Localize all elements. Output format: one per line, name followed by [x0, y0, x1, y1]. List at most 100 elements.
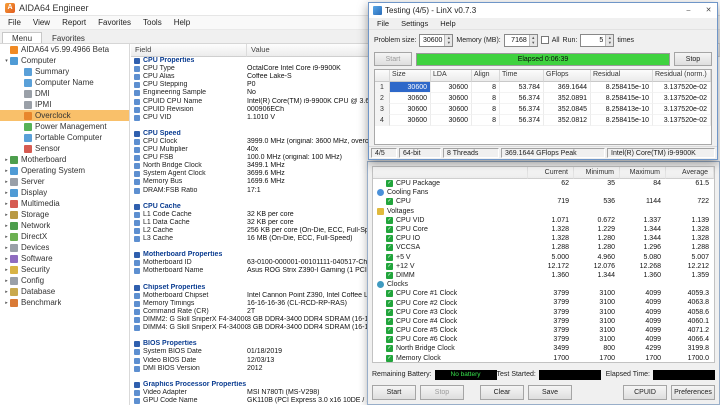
sensor-checkbox-icon[interactable] — [386, 262, 393, 270]
menubar-item[interactable]: View — [27, 16, 56, 29]
expand-arrow-icon[interactable]: ▸ — [3, 157, 10, 163]
sensor-row[interactable]: Voltages — [373, 207, 714, 216]
sensor-row[interactable]: +12 V 12.172 12.076 12.268 12.212 — [373, 262, 714, 271]
tree-item[interactable]: ▸ Software — [0, 253, 129, 264]
result-row[interactable]: 4 30600 30600 8 56.374 352.0812 8.258415… — [375, 115, 711, 126]
memory-value[interactable]: 7168 — [505, 35, 529, 46]
expand-arrow-icon[interactable]: ▸ — [3, 245, 10, 251]
tree-item[interactable]: Computer Name — [0, 77, 129, 88]
result-row[interactable]: 2 30600 30600 8 56.374 352.0891 8.258415… — [375, 93, 711, 104]
tree-item[interactable]: AIDA64 v5.99.4966 Beta — [0, 44, 129, 55]
sensor-checkbox-icon[interactable] — [386, 308, 393, 316]
sidebar-tab[interactable]: Menu — [2, 32, 43, 43]
menubar-item[interactable]: Help — [434, 18, 461, 29]
tree-item[interactable]: Power Management — [0, 121, 129, 132]
menubar-item[interactable]: Settings — [395, 18, 434, 29]
run-count-input[interactable]: 5 ▲ ▼ — [580, 33, 615, 47]
sensor-checkbox-icon[interactable] — [386, 317, 393, 325]
minimize-icon[interactable]: – — [680, 3, 697, 18]
tree-item[interactable]: ▸ Multimedia — [0, 198, 129, 209]
stop-button[interactable]: Stop — [674, 52, 712, 66]
tree-item[interactable]: Portable Computer — [0, 132, 129, 143]
sensor-row[interactable]: CPU Core #5 Clock 3799 3100 4099 4071.2 — [373, 326, 714, 335]
sensor-row[interactable]: CPU Core 1.328 1.229 1.344 1.328 — [373, 225, 714, 234]
tree-item[interactable]: ▸ Database — [0, 286, 129, 297]
spinner-down-icon[interactable]: ▼ — [445, 40, 452, 46]
sensor-checkbox-icon[interactable] — [386, 216, 393, 224]
expand-arrow-icon[interactable]: ▸ — [3, 267, 10, 273]
tree-item[interactable]: ▸ Operating System — [0, 165, 129, 176]
result-row[interactable]: 1 30600 30600 8 53.784 369.1644 8.258415… — [375, 82, 711, 93]
start-button[interactable]: Start — [374, 52, 412, 66]
tree-item[interactable]: ▸ Config — [0, 275, 129, 286]
expand-arrow-icon[interactable]: ▸ — [3, 223, 10, 229]
menubar-item[interactable]: Tools — [137, 16, 168, 29]
problem-size-value[interactable]: 30600 — [420, 35, 444, 46]
tree-item[interactable]: ▸ Server — [0, 176, 129, 187]
run-count-value[interactable]: 5 — [581, 35, 605, 46]
sidebar-tab[interactable]: Favorites — [42, 32, 95, 43]
sensor-row[interactable]: DIMM 1.360 1.344 1.360 1.359 — [373, 271, 714, 280]
tree-item[interactable]: ▸ Storage — [0, 209, 129, 220]
sensor-row[interactable]: CPU Core #4 Clock 3799 3100 4099 4060.1 — [373, 317, 714, 326]
tree-item[interactable]: ▾ Computer — [0, 55, 129, 66]
linx-titlebar[interactable]: Testing (4/5) - LinX v0.7.3 – ✕ — [369, 3, 717, 18]
tree-item[interactable]: ▸ Display — [0, 187, 129, 198]
sensor-checkbox-icon[interactable] — [386, 336, 393, 344]
sensor-row[interactable]: CPU Core #1 Clock 3799 3100 4099 4059.3 — [373, 289, 714, 298]
sensor-row[interactable]: Clocks — [373, 280, 714, 289]
sensor-checkbox-icon[interactable] — [386, 198, 393, 206]
stability-button[interactable]: CPUID — [623, 385, 667, 400]
expand-arrow-icon[interactable]: ▸ — [3, 256, 10, 262]
close-icon[interactable]: ✕ — [700, 3, 717, 18]
stability-button[interactable]: Stop — [420, 385, 464, 400]
expand-arrow-icon[interactable]: ▸ — [3, 168, 10, 174]
sensor-row[interactable]: +5 V 5.000 4.960 5.080 5.007 — [373, 253, 714, 262]
sensor-checkbox-icon[interactable] — [386, 354, 393, 362]
expand-arrow-icon[interactable]: ▸ — [3, 289, 10, 295]
tree-item[interactable]: ▸ Motherboard — [0, 154, 129, 165]
menubar-item[interactable]: File — [371, 18, 395, 29]
sensor-checkbox-icon[interactable] — [386, 226, 393, 234]
sensor-checkbox-icon[interactable] — [386, 299, 393, 307]
sensor-checkbox-icon[interactable] — [386, 290, 393, 298]
sensor-row[interactable]: Cooling Fans — [373, 188, 714, 197]
sensor-row[interactable]: CPU Core #3 Clock 3799 3100 4099 4058.6 — [373, 308, 714, 317]
sensor-row[interactable]: CPU Package 62 35 84 61.5 — [373, 179, 714, 188]
sensor-row[interactable]: CPU IO 1.328 1.280 1.344 1.328 — [373, 234, 714, 243]
sensor-checkbox-icon[interactable] — [386, 327, 393, 335]
menubar-item[interactable]: Favorites — [92, 16, 137, 29]
memory-input[interactable]: 7168 ▲ ▼ — [503, 33, 538, 47]
expand-arrow-icon[interactable]: ▸ — [3, 300, 10, 306]
tree-item[interactable]: ▸ Network — [0, 220, 129, 231]
sensor-checkbox-icon[interactable] — [377, 281, 384, 289]
sensor-row[interactable]: North Bridge Clock 3499 800 4299 3199.8 — [373, 344, 714, 353]
sensor-checkbox-icon[interactable] — [386, 180, 393, 188]
sensor-row[interactable]: CPU Core #6 Clock 3799 3100 4099 4066.4 — [373, 335, 714, 344]
tree-item[interactable]: Summary — [0, 66, 129, 77]
menubar-item[interactable]: File — [2, 16, 27, 29]
sensor-checkbox-icon[interactable] — [377, 207, 384, 215]
tree-item[interactable]: IPMI — [0, 99, 129, 110]
sensor-row[interactable]: CPU VID 1.071 0.672 1.337 1.139 — [373, 216, 714, 225]
expand-arrow-icon[interactable]: ▸ — [3, 201, 10, 207]
sensor-checkbox-icon[interactable] — [386, 345, 393, 353]
expand-arrow-icon[interactable]: ▸ — [3, 179, 10, 185]
stability-button[interactable]: Clear — [480, 385, 524, 400]
all-memory-checkbox[interactable] — [540, 36, 549, 44]
stability-button[interactable]: Preferences — [671, 385, 715, 400]
sensor-row[interactable]: CPU 719 536 1144 722 — [373, 197, 714, 206]
expand-arrow-icon[interactable]: ▸ — [3, 212, 10, 218]
expand-arrow-icon[interactable]: ▸ — [3, 190, 10, 196]
sensor-row[interactable]: CPU Core #2 Clock 3799 3100 4099 4063.8 — [373, 298, 714, 307]
expand-arrow-icon[interactable]: ▾ — [3, 58, 10, 64]
result-row[interactable]: 3 30600 30600 8 56.374 352.0845 8.258413… — [375, 104, 711, 115]
expand-arrow-icon[interactable]: ▸ — [3, 234, 10, 240]
menubar-item[interactable]: Help — [168, 16, 196, 29]
sensor-checkbox-icon[interactable] — [386, 253, 393, 261]
tree-item[interactable]: DMI — [0, 88, 129, 99]
tree-item[interactable]: Sensor — [0, 143, 129, 154]
stability-button[interactable]: Save — [528, 385, 572, 400]
sensor-checkbox-icon[interactable] — [386, 244, 393, 252]
sensor-row[interactable]: Memory Clock 1700 1700 1700 1700.0 — [373, 354, 714, 362]
